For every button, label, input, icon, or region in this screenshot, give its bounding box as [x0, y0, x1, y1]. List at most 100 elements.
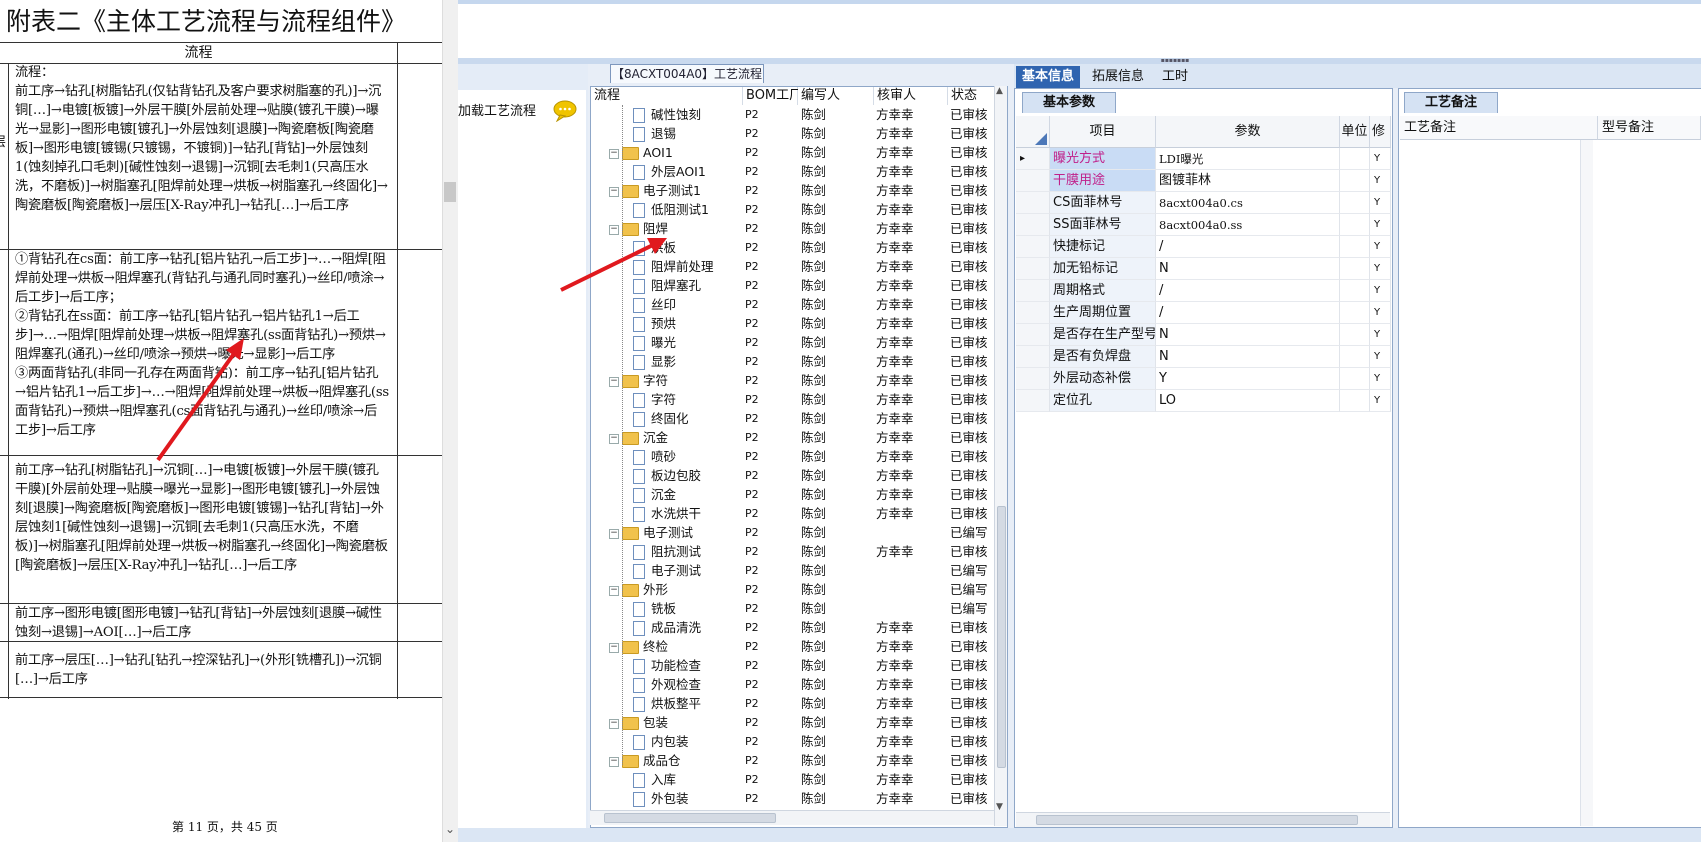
tree-row[interactable]: 阻焊塞孔 P2 陈剑 方幸幸 已审核: [591, 276, 995, 295]
param-value[interactable]: /: [1156, 236, 1340, 258]
params-horizontal-thumb[interactable]: [1036, 815, 1358, 825]
tree-row[interactable]: 入库 P2 陈剑 方幸幸 已审核: [591, 770, 995, 789]
tree-row[interactable]: 低阻测试1 P2 陈剑 方幸幸 已审核: [591, 200, 995, 219]
tab-basic-info[interactable]: 基本信息: [1016, 66, 1081, 88]
tree-node-name[interactable]: 丝印: [633, 295, 741, 314]
param-value[interactable]: /: [1156, 280, 1340, 302]
tree-node-name[interactable]: 沉金: [633, 485, 741, 504]
param-row[interactable]: ▸ 曝光方式 LDI曝光 Y: [1016, 148, 1391, 170]
tree-node-name[interactable]: 阻焊前处理: [633, 257, 741, 276]
tree-node-name[interactable]: 外观检查: [633, 675, 741, 694]
param-value[interactable]: N: [1156, 324, 1340, 346]
tree-row[interactable]: 阻抗测试 P2 陈剑 方幸幸 已审核: [591, 542, 995, 561]
tree-row[interactable]: 沉金 P2 陈剑 方幸幸 已审核: [591, 485, 995, 504]
column-header-bom[interactable]: BOM工厂: [743, 87, 802, 105]
tree-node-name[interactable]: 碱性蚀刻: [633, 105, 741, 124]
tree-row[interactable]: 字符 P2 陈剑 方幸幸 已审核: [591, 390, 995, 409]
column-header-unit[interactable]: 单位: [1340, 116, 1370, 148]
document-scroll-thumb[interactable]: [444, 182, 456, 202]
tree-node-name[interactable]: − 外形: [609, 580, 741, 599]
tree-node-name[interactable]: 退锡: [633, 124, 741, 143]
tree-row[interactable]: − 包装 P2 陈剑 方幸幸 已审核: [591, 713, 995, 732]
param-value[interactable]: N: [1156, 258, 1340, 280]
param-row[interactable]: 是否存在生产型号 N Y: [1016, 324, 1391, 346]
tree-row[interactable]: 烘板 P2 陈剑 方幸幸 已审核: [591, 238, 995, 257]
tree-node-name[interactable]: 烘板: [633, 238, 741, 257]
tree-row[interactable]: 铣板 P2 陈剑 已编写: [591, 599, 995, 618]
speech-bubble-icon[interactable]: [552, 100, 578, 122]
collapse-icon[interactable]: −: [609, 186, 619, 197]
tree-row[interactable]: 烘板整平 P2 陈剑 方幸幸 已审核: [591, 694, 995, 713]
tree-row[interactable]: 退锡 P2 陈剑 方幸幸 已审核: [591, 124, 995, 143]
tree-node-name[interactable]: 字符: [633, 390, 741, 409]
tree-row[interactable]: − 成品仓 P2 陈剑 方幸幸 已审核: [591, 751, 995, 770]
tree-node-name[interactable]: − 成品仓: [609, 751, 741, 770]
tree-node-name[interactable]: − 电子测试: [609, 523, 741, 542]
tree-row[interactable]: 成品清洗 P2 陈剑 方幸幸 已审核: [591, 618, 995, 637]
column-header-status[interactable]: 状态: [948, 87, 995, 105]
tree-node-name[interactable]: 入库: [633, 770, 741, 789]
param-row[interactable]: 定位孔 LO Y: [1016, 390, 1391, 412]
param-value[interactable]: LDI曝光: [1156, 148, 1340, 170]
tree-row[interactable]: − AOI1 P2 陈剑 方幸幸 已审核: [591, 143, 995, 162]
param-row[interactable]: 加无铅标记 N Y: [1016, 258, 1391, 280]
param-row[interactable]: 干膜用途 图镀菲林 Y: [1016, 170, 1391, 192]
collapse-icon[interactable]: −: [609, 642, 619, 653]
param-row[interactable]: 是否有负焊盘 N Y: [1016, 346, 1391, 368]
column-header-writer[interactable]: 编写人: [798, 87, 874, 105]
tree-node-name[interactable]: 阻焊塞孔: [633, 276, 741, 295]
tree-row[interactable]: 喷砂 P2 陈剑 方幸幸 已审核: [591, 447, 995, 466]
tree-node-name[interactable]: 烘板整平: [633, 694, 741, 713]
tree-node-name[interactable]: 曝光: [633, 333, 741, 352]
tree-row[interactable]: − 终检 P2 陈剑 方幸幸 已审核: [591, 637, 995, 656]
tab-process-notes[interactable]: 工艺备注: [1404, 92, 1498, 113]
param-row[interactable]: CS面菲林号 8acxt004a0.cs Y: [1016, 192, 1391, 214]
tree-row[interactable]: 碱性蚀刻 P2 陈剑 方幸幸 已审核: [591, 105, 995, 124]
tree-node-name[interactable]: − 阻焊: [609, 219, 741, 238]
param-row[interactable]: 生产周期位置 / Y: [1016, 302, 1391, 324]
tree-row[interactable]: − 沉金 P2 陈剑 方幸幸 已审核: [591, 428, 995, 447]
column-header-item[interactable]: 项目: [1050, 116, 1156, 148]
tree-row[interactable]: − 电子测试 P2 陈剑 已编写: [591, 523, 995, 542]
tab-process-flow[interactable]: 【8ACXT004A0】工艺流程: [610, 64, 764, 83]
tab-basic-params[interactable]: 基本参数: [1022, 92, 1116, 113]
tree-row[interactable]: 功能检查 P2 陈剑 方幸幸 已审核: [591, 656, 995, 675]
param-value[interactable]: 8acxt004a0.ss: [1156, 214, 1340, 236]
column-header-param[interactable]: 参数: [1156, 116, 1340, 148]
tree-node-name[interactable]: 显影: [633, 352, 741, 371]
tab-work-hours[interactable]: 工时: [1156, 66, 1194, 88]
tree-row[interactable]: − 字符 P2 陈剑 方幸幸 已审核: [591, 371, 995, 390]
notes-scrollbar[interactable]: [1580, 140, 1593, 826]
collapse-icon[interactable]: −: [609, 376, 619, 387]
tree-node-name[interactable]: 终固化: [633, 409, 741, 428]
tree-vertical-scrollbar[interactable]: ▲ ▼: [994, 86, 1007, 826]
collapse-icon[interactable]: −: [609, 585, 619, 596]
tree-row[interactable]: − 外形 P2 陈剑 已编写: [591, 580, 995, 599]
collapse-icon[interactable]: −: [609, 718, 619, 729]
column-header-reviewer[interactable]: 核审人: [874, 87, 948, 105]
tree-node-name[interactable]: 功能检查: [633, 656, 741, 675]
param-row[interactable]: SS面菲林号 8acxt004a0.ss Y: [1016, 214, 1391, 236]
splitter-grip-icon[interactable]: ▪▪▪▪▪▪▪: [1150, 58, 1200, 64]
tree-node-name[interactable]: 外包装: [633, 789, 741, 808]
column-header-flow[interactable]: 流程: [591, 87, 743, 105]
tree-row[interactable]: 显影 P2 陈剑 方幸幸 已审核: [591, 352, 995, 371]
scroll-down-icon[interactable]: ⌄: [442, 822, 458, 842]
tree-node-name[interactable]: 喷砂: [633, 447, 741, 466]
tree-node-name[interactable]: − 沉金: [609, 428, 741, 447]
tree-horizontal-thumb[interactable]: [604, 813, 776, 823]
param-value[interactable]: /: [1156, 302, 1340, 324]
scroll-down-icon[interactable]: ▼: [996, 802, 1003, 812]
column-header-model-note[interactable]: 型号备注: [1598, 116, 1701, 140]
tree-node-name[interactable]: 板边包胶: [633, 466, 741, 485]
tree-row[interactable]: 内包装 P2 陈剑 方幸幸 已审核: [591, 732, 995, 751]
tree-node-name[interactable]: 内包装: [633, 732, 741, 751]
param-value[interactable]: N: [1156, 346, 1340, 368]
param-value[interactable]: LO: [1156, 390, 1340, 412]
tree-row[interactable]: 电子测试 P2 陈剑 已编写: [591, 561, 995, 580]
tree-node-name[interactable]: − AOI1: [609, 143, 741, 162]
collapse-icon[interactable]: −: [609, 148, 619, 159]
tree-node-name[interactable]: 预烘: [633, 314, 741, 333]
collapse-icon[interactable]: −: [609, 433, 619, 444]
param-row[interactable]: 快捷标记 / Y: [1016, 236, 1391, 258]
